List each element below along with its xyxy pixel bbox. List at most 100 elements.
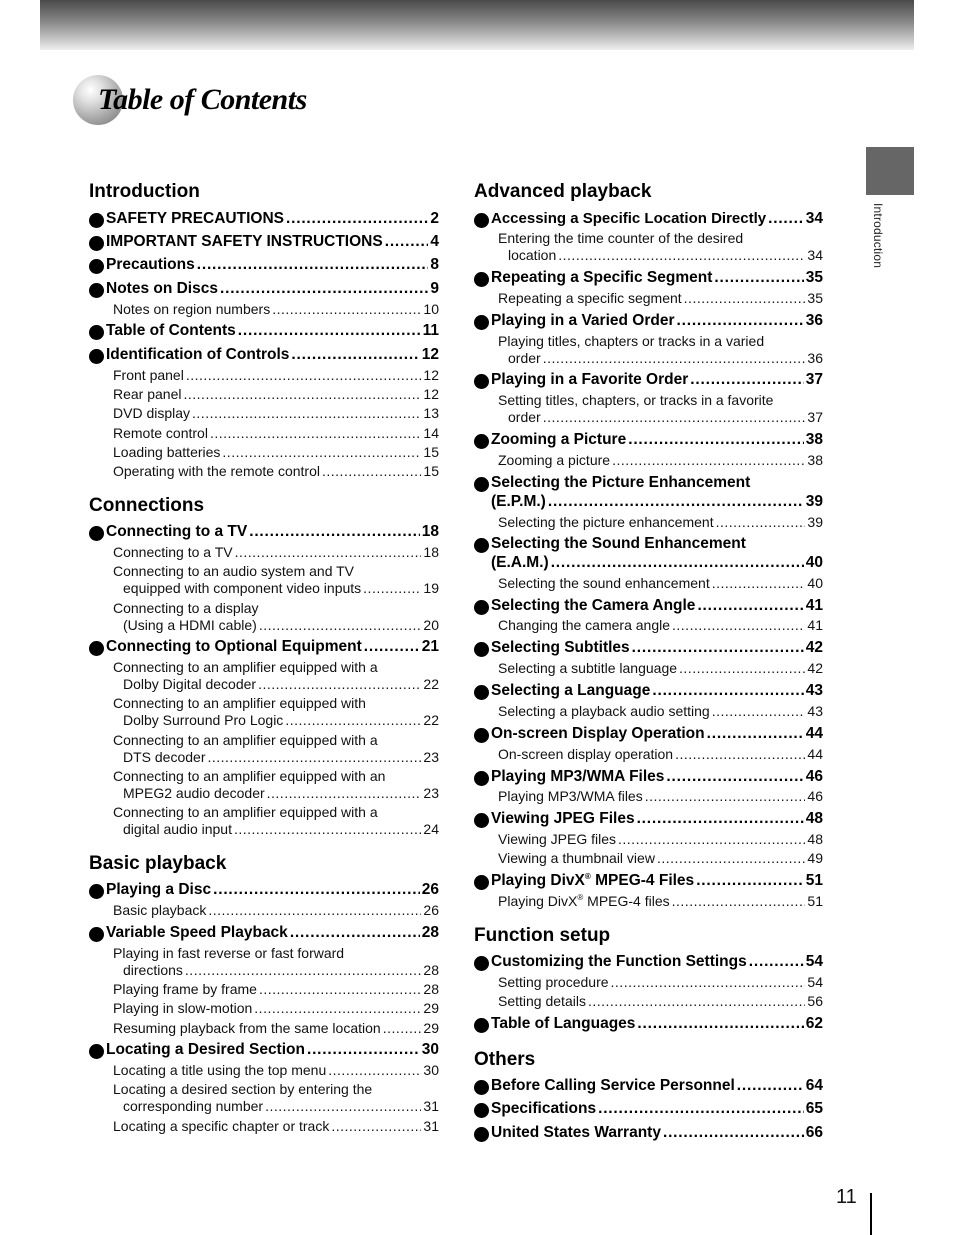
toc-entry[interactable]: Connecting to a TV18 <box>89 523 439 543</box>
bullet-icon <box>89 1044 104 1059</box>
page-ref: 24 <box>423 821 439 837</box>
toc-subentry[interactable]: Locating a title using the top menu30 <box>89 1062 439 1082</box>
bullet-icon <box>89 213 104 228</box>
page-ref: 51 <box>807 893 823 909</box>
toc-subentry[interactable]: Viewing JPEG files48 <box>474 831 823 851</box>
toc-subentry[interactable]: Selecting the sound enhancement40 <box>474 575 823 595</box>
toc-entry[interactable]: SAFETY PRECAUTIONS2 <box>89 210 439 230</box>
toc-subentry[interactable]: Playing frame by frame28 <box>89 981 439 1001</box>
toc-subentry[interactable]: Dolby Surround Pro Logic22 <box>89 712 439 732</box>
page-ref: 18 <box>423 544 439 560</box>
toc-subentry[interactable]: Dolby Digital decoder22 <box>89 676 439 696</box>
toc-entry[interactable]: Accessing a Specific Location Directly34 <box>474 210 823 230</box>
toc-entry[interactable]: Playing MP3/WMA Files46 <box>474 768 823 788</box>
toc-subentry[interactable]: Selecting a subtitle language42 <box>474 660 823 680</box>
bullet-icon <box>474 685 489 700</box>
toc-subentry[interactable]: Selecting a playback audio setting43 <box>474 703 823 723</box>
bullet-icon <box>89 349 104 364</box>
page-ref: 11 <box>422 322 439 339</box>
toc-subentry[interactable]: Notes on region numbers10 <box>89 301 439 321</box>
page-ref: 42 <box>805 639 823 656</box>
bullet-icon <box>474 213 489 228</box>
toc-entry[interactable]: On-screen Display Operation44 <box>474 725 823 745</box>
bullet-icon <box>474 434 489 449</box>
toc-entry[interactable]: Customizing the Function Settings54 <box>474 953 823 973</box>
toc-subentry[interactable]: DVD display13 <box>89 405 439 425</box>
page-ref: 34 <box>805 210 823 227</box>
toc-subentry[interactable]: Front panel12 <box>89 367 439 387</box>
toc-subentry[interactable]: Repeating a specific segment35 <box>474 290 823 310</box>
toc-entry[interactable]: Connecting to Optional Equipment21 <box>89 638 439 658</box>
toc-entry[interactable]: Viewing JPEG Files48 <box>474 810 823 830</box>
bullet-icon <box>474 538 489 553</box>
toc-subentry[interactable]: Viewing a thumbnail view49 <box>474 850 823 870</box>
toc-subentry[interactable]: directions28 <box>89 962 439 982</box>
section-heading-function-setup: Function setup <box>474 925 611 946</box>
toc-subentry[interactable]: equipped with component video inputs19 <box>89 580 439 600</box>
page-ref: 31 <box>423 1118 439 1134</box>
toc-subentry[interactable]: DTS decoder23 <box>89 749 439 769</box>
page-ref: 15 <box>423 463 439 479</box>
page-ref: 39 <box>807 514 823 530</box>
toc-subentry[interactable]: On-screen display operation44 <box>474 746 823 766</box>
section-heading-basic-playback: Basic playback <box>89 853 227 874</box>
toc-subentry[interactable]: Remote control14 <box>89 425 439 445</box>
toc-subentry[interactable]: order36 <box>474 350 823 370</box>
page-ref: 30 <box>421 1041 439 1058</box>
toc-subentry[interactable]: MPEG2 audio decoder23 <box>89 785 439 805</box>
toc-subentry[interactable]: Rear panel12 <box>89 386 439 406</box>
toc-entry-line1[interactable]: Selecting the Sound Enhancement <box>474 535 823 555</box>
toc-subentry[interactable]: Playing MP3/WMA files46 <box>474 788 823 808</box>
page-ref: 23 <box>423 749 439 765</box>
page-ref: 10 <box>423 301 439 317</box>
toc-subentry[interactable]: location34 <box>474 247 823 267</box>
toc-entry[interactable]: Variable Speed Playback28 <box>89 924 439 944</box>
page-ref: 62 <box>805 1015 823 1032</box>
toc-entry[interactable]: (E.P.M.)39 <box>474 493 823 513</box>
page-ref: 29 <box>423 1000 439 1016</box>
bullet-icon <box>474 600 489 615</box>
toc-entry[interactable]: Table of Contents11 <box>89 322 439 342</box>
toc-subentry[interactable]: digital audio input24 <box>89 821 439 841</box>
toc-subentry[interactable]: (Using a HDMI cable)20 <box>89 617 439 637</box>
toc-entry[interactable]: Selecting Subtitles42 <box>474 639 823 659</box>
toc-subentry[interactable]: Basic playback26 <box>89 902 439 922</box>
toc-subentry[interactable]: Selecting the picture enhancement39 <box>474 514 823 534</box>
toc-entry[interactable]: Repeating a Specific Segment35 <box>474 269 823 289</box>
bullet-icon <box>474 728 489 743</box>
toc-entry[interactable]: Selecting the Camera Angle41 <box>474 597 823 617</box>
toc-entry[interactable]: Playing a Disc26 <box>89 881 439 901</box>
toc-entry[interactable]: Precautions8 <box>89 256 439 276</box>
toc-entry[interactable]: Locating a Desired Section30 <box>89 1041 439 1061</box>
toc-entry-line1[interactable]: Selecting the Picture Enhancement <box>474 474 823 494</box>
toc-entry[interactable]: Zooming a Picture38 <box>474 431 823 451</box>
page-ref: 36 <box>805 312 823 329</box>
toc-subentry[interactable]: Loading batteries15 <box>89 444 439 464</box>
toc-entry[interactable]: Before Calling Service Personnel64 <box>474 1077 823 1097</box>
toc-subentry[interactable]: Connecting to a TV18 <box>89 544 439 564</box>
toc-subentry[interactable]: Changing the camera angle41 <box>474 617 823 637</box>
toc-entry[interactable]: Playing in a Favorite Order37 <box>474 371 823 391</box>
toc-subentry[interactable]: Locating a specific chapter or track31 <box>89 1118 439 1138</box>
toc-entry[interactable]: IMPORTANT SAFETY INSTRUCTIONS4 <box>89 233 439 253</box>
toc-entry[interactable]: Identification of Controls12 <box>89 346 439 366</box>
toc-subentry[interactable]: Zooming a picture38 <box>474 452 823 472</box>
toc-subentry[interactable]: Setting details56 <box>474 993 823 1013</box>
toc-subentry[interactable]: Operating with the remote control15 <box>89 463 439 483</box>
toc-subentry[interactable]: Setting procedure54 <box>474 974 823 994</box>
toc-entry[interactable]: United States Warranty66 <box>474 1124 823 1144</box>
header-band <box>40 0 914 50</box>
toc-entry[interactable]: (E.A.M.)40 <box>474 554 823 574</box>
toc-subentry[interactable]: order37 <box>474 409 823 429</box>
toc-subentry[interactable]: Resuming playback from the same location… <box>89 1020 439 1040</box>
toc-entry[interactable]: Notes on Discs9 <box>89 280 439 300</box>
toc-entry[interactable]: Table of Languages62 <box>474 1015 823 1035</box>
toc-subentry[interactable]: corresponding number31 <box>89 1098 439 1118</box>
toc-subentry[interactable]: Playing DivX® MPEG-4 files51 <box>474 893 823 913</box>
toc-entry[interactable]: Specifications65 <box>474 1100 823 1120</box>
page-ref: 2 <box>430 210 439 227</box>
toc-entry[interactable]: Selecting a Language43 <box>474 682 823 702</box>
toc-subentry[interactable]: Playing in slow-motion29 <box>89 1000 439 1020</box>
toc-entry[interactable]: Playing in a Varied Order36 <box>474 312 823 332</box>
toc-entry[interactable]: Playing DivX® MPEG-4 Files51 <box>474 872 823 892</box>
